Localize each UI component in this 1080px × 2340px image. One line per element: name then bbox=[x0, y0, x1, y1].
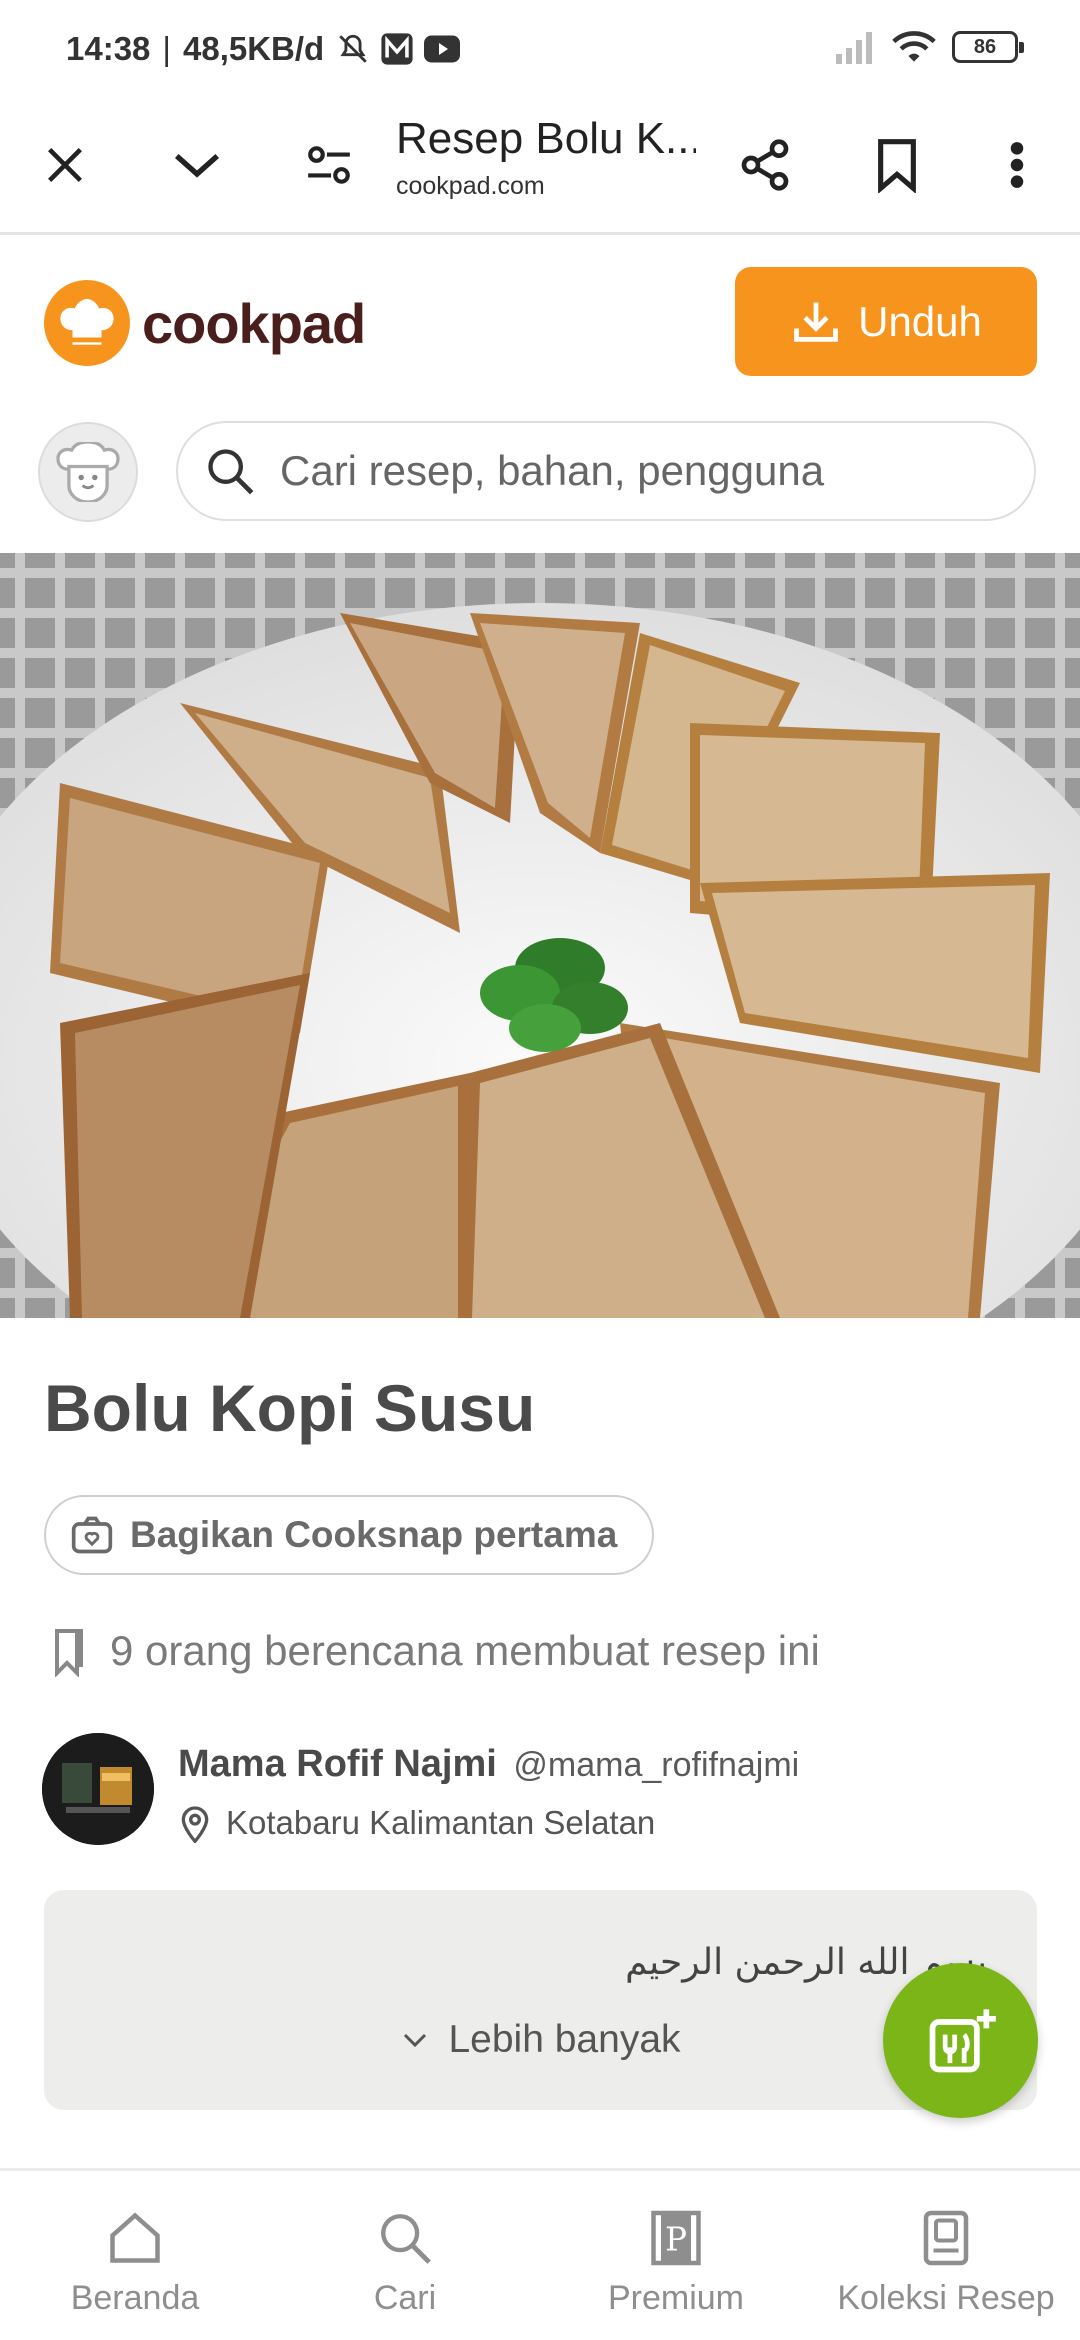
nav-item-premium[interactable]: P Premium bbox=[551, 2207, 801, 2318]
cookpad-logo[interactable]: cookpad bbox=[44, 280, 366, 366]
bottom-nav: Beranda Cari P Premium Koleksi Resep bbox=[0, 2168, 1080, 2340]
wifi-icon bbox=[892, 31, 936, 62]
nav-item-beranda[interactable]: Beranda bbox=[10, 2207, 260, 2318]
bookmark-outline-icon bbox=[55, 1629, 83, 1677]
author-avatar[interactable] bbox=[42, 1733, 154, 1845]
nav-label-koleksi-resep: Koleksi Resep bbox=[837, 2279, 1055, 2317]
search-icon bbox=[381, 2214, 431, 2264]
download-icon bbox=[794, 302, 838, 342]
author-name[interactable]: Mama Rofif Najmi bbox=[178, 1743, 497, 1785]
recipe-story: بسم الله الرحمن الرحيم Lebih banyak bbox=[44, 1890, 1037, 2110]
search-box[interactable] bbox=[176, 421, 1036, 521]
search-input[interactable] bbox=[280, 447, 960, 495]
plan-count: 9 orang berencana membuat resep ini bbox=[48, 1625, 820, 1677]
author-avatar-image bbox=[42, 1733, 154, 1845]
bookmark-button[interactable] bbox=[852, 120, 942, 210]
chevron-down-icon bbox=[174, 153, 220, 178]
plan-text: 9 orang berencana membuat resep ini bbox=[110, 1627, 820, 1674]
status-left: 14:38 | 48,5KB/d bbox=[66, 30, 461, 68]
m-app-icon bbox=[381, 33, 413, 65]
status-net-speed: 48,5KB/d bbox=[182, 30, 325, 67]
chef-hat-icon bbox=[44, 280, 130, 366]
page-domain[interactable]: cookpad.com bbox=[396, 172, 545, 201]
nav-label-cari: Cari bbox=[373, 2279, 437, 2317]
chevron-down-icon bbox=[404, 2033, 427, 2048]
show-more-label: Lebih banyak bbox=[448, 2018, 681, 2061]
status-time: 14:38 bbox=[66, 30, 151, 67]
download-label: Unduh bbox=[858, 297, 982, 345]
recipe-photo[interactable] bbox=[0, 553, 1080, 1318]
location-pin-icon bbox=[181, 1806, 209, 1843]
nav-item-cari[interactable]: Cari bbox=[280, 2207, 530, 2318]
cooksnap-label: Bagikan Cooksnap pertama bbox=[130, 1514, 618, 1555]
author-location: Kotabaru Kalimantan Selatan bbox=[178, 1803, 655, 1843]
mute-icon bbox=[339, 34, 367, 63]
home-icon bbox=[110, 2212, 160, 2263]
status-right: 86 bbox=[836, 30, 1024, 64]
battery-icon: 86 bbox=[952, 31, 1024, 63]
nav-item-koleksi-resep[interactable]: Koleksi Resep bbox=[821, 2207, 1071, 2318]
status-separator: | bbox=[162, 30, 171, 67]
more-button[interactable] bbox=[972, 120, 1062, 210]
guest-avatar[interactable] bbox=[38, 422, 138, 522]
logo-text: cookpad bbox=[142, 291, 366, 355]
youtube-icon bbox=[424, 35, 461, 63]
author-name-row[interactable]: Mama Rofif Najmi @mama_rofifnajmi bbox=[178, 1743, 799, 1786]
collapse-button[interactable] bbox=[152, 120, 242, 210]
chef-face-icon bbox=[56, 442, 120, 502]
search-icon bbox=[208, 449, 254, 495]
recipe-title: Bolu Kopi Susu bbox=[44, 1371, 536, 1445]
add-recipe-fab[interactable] bbox=[883, 1963, 1038, 2118]
browser-toolbar: Resep Bolu K... cookpad.com bbox=[0, 100, 1080, 235]
share-button[interactable] bbox=[720, 120, 810, 210]
nav-label-beranda: Beranda bbox=[70, 2279, 200, 2317]
share-icon bbox=[741, 139, 789, 191]
tune-icon bbox=[308, 146, 350, 184]
cooksnap-button[interactable]: Bagikan Cooksnap pertama bbox=[44, 1495, 654, 1575]
page-title[interactable]: Resep Bolu K... bbox=[396, 114, 696, 164]
more-vert-icon bbox=[1010, 142, 1024, 188]
recipe-photo-illustration bbox=[0, 553, 1080, 1318]
premium-icon: P bbox=[651, 2210, 701, 2266]
author-section: Mama Rofif Najmi @mama_rofifnajmi Kotaba… bbox=[42, 1733, 1042, 1848]
svg-text:P: P bbox=[665, 2221, 687, 2259]
close-icon bbox=[48, 148, 82, 182]
bookmark-icon bbox=[878, 139, 916, 193]
add-recipe-icon bbox=[929, 2008, 996, 2072]
site-header: cookpad Unduh bbox=[0, 238, 1080, 558]
collection-icon bbox=[923, 2210, 969, 2266]
camera-heart-icon bbox=[71, 1516, 113, 1554]
site-settings-button[interactable] bbox=[284, 120, 374, 210]
signal-icon bbox=[836, 32, 872, 64]
close-button[interactable] bbox=[20, 120, 110, 210]
download-button[interactable]: Unduh bbox=[735, 267, 1037, 376]
status-bar: 14:38 | 48,5KB/d 86 bbox=[0, 0, 1080, 100]
author-location-text: Kotabaru Kalimantan Selatan bbox=[226, 1804, 656, 1841]
nav-label-premium: Premium bbox=[607, 2279, 745, 2317]
author-handle[interactable]: @mama_rofifnajmi bbox=[513, 1746, 799, 1784]
